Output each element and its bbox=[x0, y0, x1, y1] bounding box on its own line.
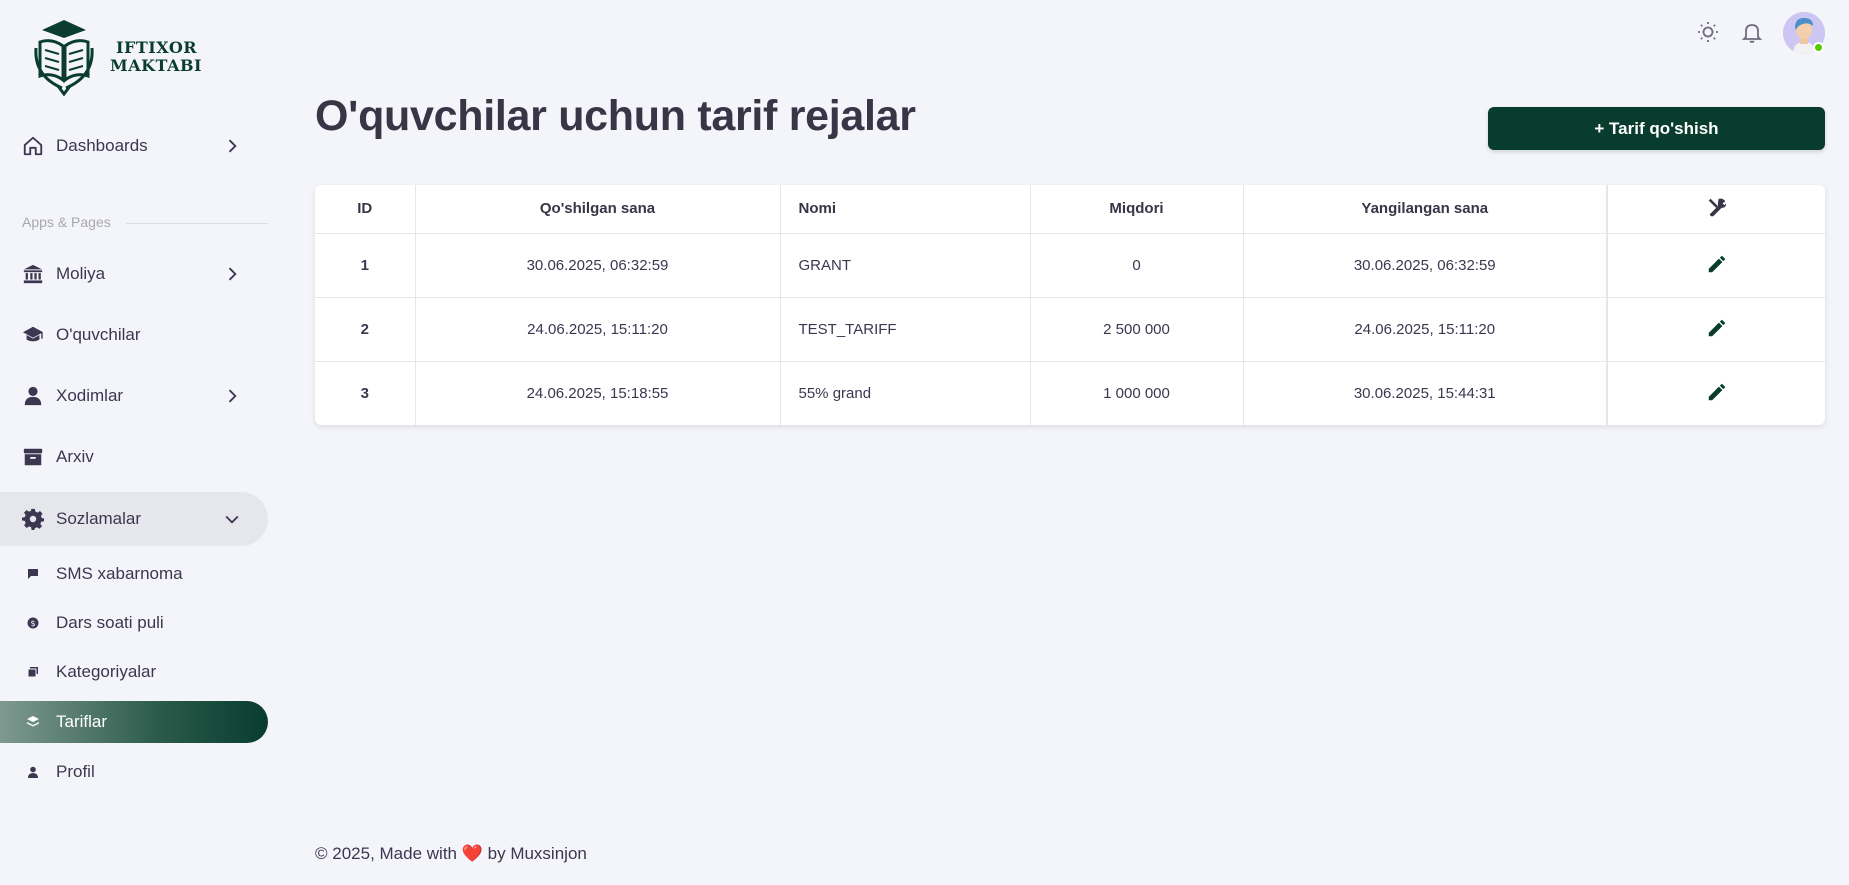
table-header-row: ID Qo'shilgan sana Nomi Miqdori Yangilan… bbox=[315, 185, 1825, 234]
graduation-cap-icon bbox=[22, 324, 44, 346]
column-header-actions bbox=[1606, 185, 1825, 234]
brand-logo[interactable]: IFTIXOR MAKTABI bbox=[34, 18, 202, 96]
chevron-right-icon bbox=[228, 139, 237, 153]
theme-toggle-button[interactable] bbox=[1694, 18, 1722, 46]
archive-icon bbox=[22, 446, 44, 468]
chevron-down-icon bbox=[225, 515, 239, 524]
user-icon bbox=[22, 385, 44, 407]
column-header-updated-date[interactable]: Yangilangan sana bbox=[1243, 185, 1608, 234]
tariffs-table: ID Qo'shilgan sana Nomi Miqdori Yangilan… bbox=[315, 185, 1825, 425]
cell-amount: 2 500 000 bbox=[1030, 297, 1244, 362]
coin-icon: $ bbox=[26, 616, 40, 630]
cell-updated-date: 30.06.2025, 15:44:31 bbox=[1243, 361, 1608, 425]
section-label-apps-pages: Apps & Pages bbox=[22, 214, 111, 230]
section-divider bbox=[126, 223, 268, 224]
book-logo-icon bbox=[34, 20, 94, 96]
nav-arxiv-label: Arxiv bbox=[56, 447, 94, 466]
cell-added-date: 24.06.2025, 15:11:20 bbox=[415, 297, 781, 362]
bank-icon bbox=[22, 263, 44, 285]
svg-text:$: $ bbox=[30, 619, 35, 628]
subnav-dars-label: Dars soati puli bbox=[56, 613, 164, 632]
edit-button[interactable] bbox=[1704, 251, 1730, 277]
edit-button[interactable] bbox=[1704, 379, 1730, 405]
nav-sozlamalar-label: Sozlamalar bbox=[56, 509, 142, 528]
cell-actions bbox=[1606, 233, 1825, 298]
cell-name: GRANT bbox=[780, 233, 1031, 298]
sun-icon bbox=[1698, 22, 1718, 42]
category-icon bbox=[26, 665, 40, 679]
footer-prefix: © 2025, Made with bbox=[315, 844, 457, 863]
cell-id: 3 bbox=[315, 361, 416, 425]
pencil-icon bbox=[1708, 319, 1725, 337]
cell-name: 55% grand bbox=[780, 361, 1031, 425]
cell-actions bbox=[1606, 297, 1825, 362]
nav-xodimlar[interactable]: Xodimlar bbox=[0, 369, 268, 423]
column-header-name[interactable]: Nomi bbox=[780, 185, 1031, 234]
online-status-indicator bbox=[1813, 42, 1824, 53]
footer-suffix: by Muxsinjon bbox=[487, 844, 587, 863]
footer: © 2025, Made with ❤️ by Muxsinjon bbox=[315, 844, 587, 864]
gear-icon bbox=[22, 508, 44, 530]
subnav-tariflar[interactable]: Tariflar bbox=[0, 701, 268, 743]
chevron-right-icon bbox=[228, 389, 237, 403]
pencil-icon bbox=[1708, 384, 1725, 401]
bell-icon bbox=[1741, 24, 1763, 43]
brand-line2: MAKTABI bbox=[110, 56, 202, 75]
nav-sozlamalar[interactable]: Sozlamalar bbox=[0, 492, 268, 546]
cell-amount: 0 bbox=[1030, 233, 1244, 298]
person-icon bbox=[26, 765, 40, 779]
tools-icon bbox=[1708, 198, 1726, 217]
pencil-icon bbox=[1708, 255, 1725, 273]
cell-amount: 1 000 000 bbox=[1030, 361, 1244, 425]
cell-id: 2 bbox=[315, 297, 416, 362]
nav-dashboards-label: Dashboards bbox=[56, 136, 148, 155]
nav-oquvchilar-label: O'quvchilar bbox=[56, 325, 141, 344]
cell-actions bbox=[1606, 361, 1825, 425]
column-header-amount[interactable]: Miqdori bbox=[1030, 185, 1244, 234]
layers-icon bbox=[26, 715, 40, 729]
table-row: 3 24.06.2025, 15:18:55 55% grand 1 000 0… bbox=[315, 361, 1825, 425]
table-row: 1 30.06.2025, 06:32:59 GRANT 0 30.06.202… bbox=[315, 233, 1825, 298]
subnav-sms-label: SMS xabarnoma bbox=[56, 564, 183, 583]
subnav-kategoriyalar-label: Kategoriyalar bbox=[56, 662, 157, 681]
column-header-added-date[interactable]: Qo'shilgan sana bbox=[415, 185, 781, 234]
brand-name: IFTIXOR MAKTABI bbox=[110, 39, 202, 75]
cell-updated-date: 24.06.2025, 15:11:20 bbox=[1243, 297, 1608, 362]
column-header-id[interactable]: ID bbox=[315, 185, 416, 234]
subnav-sms-xabarnoma[interactable]: SMS xabarnoma bbox=[0, 553, 268, 595]
cell-added-date: 30.06.2025, 06:32:59 bbox=[415, 233, 781, 298]
add-tariff-button[interactable]: + Tarif qo'shish bbox=[1488, 107, 1825, 150]
nav-arxiv[interactable]: Arxiv bbox=[0, 430, 268, 484]
nav-moliya-label: Moliya bbox=[56, 264, 106, 283]
nav-oquvchilar[interactable]: O'quvchilar bbox=[0, 308, 268, 362]
subnav-kategoriyalar[interactable]: Kategoriyalar bbox=[0, 651, 268, 693]
chevron-right-icon bbox=[228, 267, 237, 281]
subnav-profil[interactable]: Profil bbox=[0, 751, 268, 793]
brand-line1: IFTIXOR bbox=[116, 38, 198, 57]
subnav-profil-label: Profil bbox=[56, 762, 95, 781]
edit-button[interactable] bbox=[1704, 315, 1730, 341]
notifications-button[interactable] bbox=[1738, 18, 1766, 46]
cell-id: 1 bbox=[315, 233, 416, 298]
nav-xodimlar-label: Xodimlar bbox=[56, 386, 124, 405]
heart-icon: ❤️ bbox=[461, 844, 483, 863]
home-icon bbox=[22, 135, 44, 157]
page-title: O'quvchilar uchun tarif rejalar bbox=[315, 92, 916, 140]
cell-updated-date: 30.06.2025, 06:32:59 bbox=[1243, 233, 1608, 298]
message-icon bbox=[26, 567, 40, 581]
subnav-dars-soati-puli[interactable]: $ Dars soati puli bbox=[0, 602, 268, 644]
table-row: 2 24.06.2025, 15:11:20 TEST_TARIFF 2 500… bbox=[315, 297, 1825, 362]
cell-name: TEST_TARIFF bbox=[780, 297, 1031, 362]
sidebar: IFTIXOR MAKTABI Dashboards Apps & Pages … bbox=[0, 0, 270, 885]
cell-added-date: 24.06.2025, 15:18:55 bbox=[415, 361, 781, 425]
nav-dashboards[interactable]: Dashboards bbox=[0, 119, 268, 173]
subnav-tariflar-label: Tariflar bbox=[56, 712, 108, 731]
nav-moliya[interactable]: Moliya bbox=[0, 247, 268, 301]
